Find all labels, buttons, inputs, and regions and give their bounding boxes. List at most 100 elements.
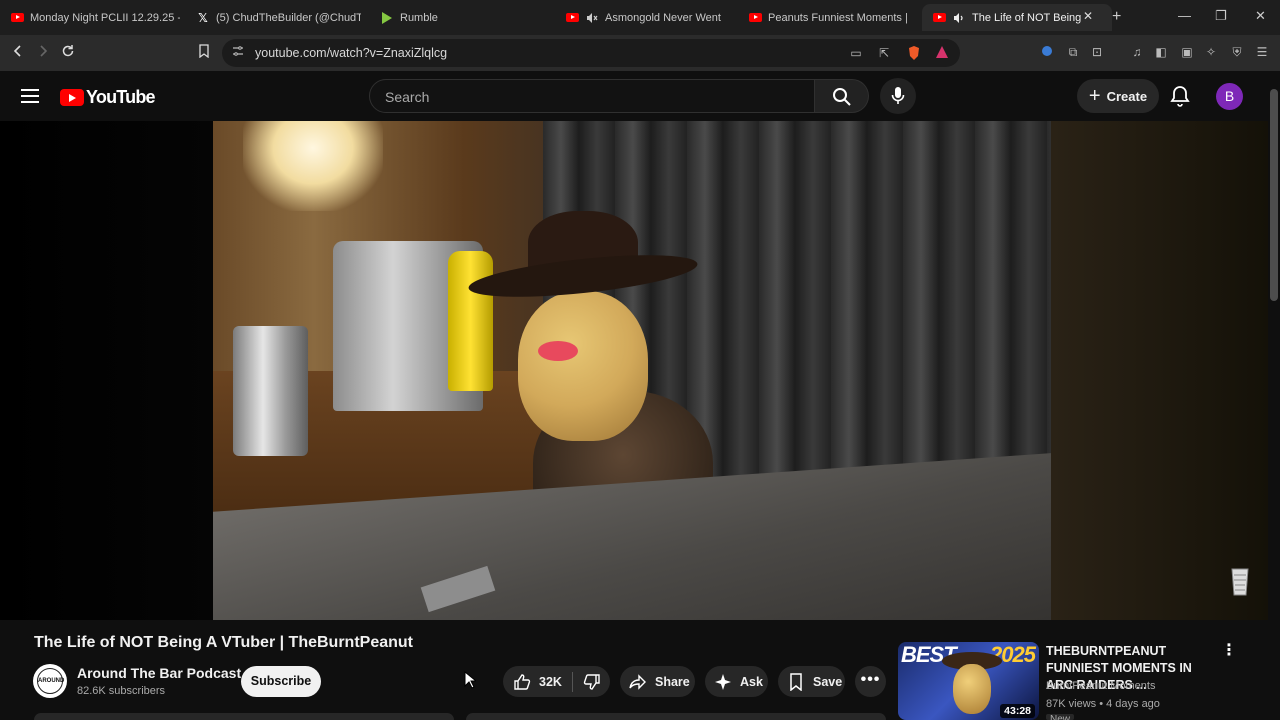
bookmark-icon[interactable] [195,44,213,62]
youtube-icon [10,11,24,25]
browser-tab[interactable]: Asmongold Never Went TH [565,4,723,31]
youtube-icon [932,11,946,25]
menu-icon[interactable] [21,89,39,103]
search-input[interactable] [383,88,787,106]
share-page-icon[interactable]: ⇱ [876,45,892,61]
browser-tab[interactable]: 𝕏 (5) ChudTheBuilder (@ChudThe [196,4,361,31]
save-button[interactable]: Save [778,666,845,697]
extensions-puzzle-icon[interactable]: ⧉ [1065,44,1081,60]
notifications-bell-icon[interactable] [1170,85,1192,107]
url-text: youtube.com/watch?v=ZnaxiZlqlcg [255,46,448,60]
youtube-header: YouTube + Create B [0,71,1268,121]
youtube-logo-text: YouTube [86,87,156,107]
scene-ice-bucket [233,326,308,456]
recommended-video-thumbnail[interactable]: BEST 2025 43:28 [898,642,1039,720]
description-box[interactable] [34,713,454,720]
forward-icon[interactable] [34,44,52,62]
new-badge: New [1046,714,1075,720]
browser-tab[interactable]: Rumble [380,4,540,31]
browser-tab-strip: Monday Night PCLII 12.29.25 - F 𝕏 (5) Ch… [0,0,1280,35]
brave-shields-icon[interactable] [906,45,922,61]
restore-icon[interactable]: ❐ [1215,8,1227,24]
scene-lamp [243,121,383,211]
minimize-icon[interactable]: — [1178,8,1191,23]
tab-title: Monday Night PCLII 12.29.25 - F [30,11,180,24]
more-actions-button[interactable]: ••• [855,666,886,697]
browser-tab[interactable]: Monday Night PCLII 12.29.25 - F [10,4,180,31]
recommended-video-channel[interactable]: BurntPeanut Moments [1046,680,1155,692]
plus-icon: + [1088,84,1101,107]
browser-toolbar: youtube.com/watch?v=ZnaxiZlqlcg ▭ ⇱ ⧉ ⊡ … [0,35,1280,71]
save-label: Save [813,674,843,689]
like-count[interactable]: 32K [539,675,562,689]
back-icon[interactable] [9,44,27,62]
extension-blue-icon[interactable] [1039,44,1055,60]
new-tab-icon[interactable]: + [1112,8,1121,26]
video-duration: 43:28 [1000,704,1035,718]
close-tab-icon[interactable]: ✕ [1081,9,1095,23]
video-player[interactable] [0,121,1268,620]
video-title: The Life of NOT Being A VTuber | TheBurn… [34,634,413,651]
brave-rewards-icon[interactable] [934,45,950,61]
scene-peanut-character [518,291,648,441]
mouse-cursor-icon [464,671,476,689]
search-box[interactable] [369,79,815,113]
subscriber-count: 82.6K subscribers [77,685,166,697]
kebab-menu-icon[interactable]: ⋮ [1221,643,1237,662]
channel-avatar-logo: AROUND THE BAR [37,668,64,694]
cast-icon[interactable]: ▭ [848,45,864,61]
reload-icon[interactable] [59,44,77,62]
leo-ai-icon[interactable]: ✧ [1203,44,1219,60]
tab-title: The Life of NOT Being A [972,11,1082,24]
share-label: Share [655,674,690,689]
sidebar-icon[interactable]: ◧ [1153,44,1169,60]
browser-menu-icon[interactable]: ☰ [1254,44,1270,60]
share-button[interactable]: Share [620,666,695,697]
page-scrollbar[interactable] [1268,71,1280,720]
youtube-icon [565,11,579,25]
like-dislike-group: 32K [503,666,610,697]
speaker-icon[interactable] [952,11,966,25]
microphone-icon [891,87,905,104]
site-settings-icon[interactable] [230,45,246,61]
youtube-logo[interactable]: YouTube [60,87,156,108]
account-avatar[interactable]: B [1216,83,1243,110]
thumbnail-peanut [953,664,991,714]
like-icon[interactable] [513,673,531,691]
cup-overlay-icon[interactable] [1230,565,1250,597]
video-frame[interactable] [213,121,1051,620]
scene-cowboy-hat [466,211,700,306]
channel-avatar[interactable]: AROUND THE BAR [33,664,67,698]
media-icon[interactable]: ♫ [1129,44,1145,60]
ask-button[interactable]: Ask [705,666,768,697]
bookmark-save-icon [787,672,805,691]
like-divider [571,671,573,692]
dislike-icon[interactable] [583,673,601,691]
recommended-video-meta: 87K views • 4 days ago [1046,698,1160,710]
address-bar[interactable]: youtube.com/watch?v=ZnaxiZlqlcg ▭ ⇱ [222,39,960,67]
tab-title: (5) ChudTheBuilder (@ChudThe [216,11,361,24]
muted-speaker-icon[interactable] [585,11,599,25]
rumble-icon [380,11,394,25]
x-icon: 𝕏 [198,10,208,25]
create-button[interactable]: + Create [1077,79,1159,113]
browser-tab[interactable]: Peanuts Funniest Moments | Vol [748,4,908,31]
voice-search-button[interactable] [880,78,916,114]
scrollbar-thumb[interactable] [1270,89,1278,301]
create-label: Create [1106,88,1148,104]
share-icon [629,673,647,691]
ambient-glow-left [0,121,213,620]
sparkle-icon [714,673,732,691]
tab-title: Peanuts Funniest Moments | Vol [768,11,908,24]
wallet-icon[interactable]: ▣ [1179,44,1195,60]
comments-box[interactable] [466,713,886,720]
vpn-icon[interactable]: ⛨ [1229,44,1245,60]
youtube-logo-icon [60,89,84,106]
subscribe-button[interactable]: Subscribe [241,666,321,697]
ask-label: Ask [740,674,763,689]
close-window-icon[interactable]: ✕ [1255,8,1266,24]
tab-title: Asmongold Never Went TH [605,11,723,24]
channel-name[interactable]: Around The Bar Podcast [77,665,241,681]
search-button[interactable] [815,79,869,113]
screenshot-icon[interactable]: ⊡ [1089,44,1105,60]
